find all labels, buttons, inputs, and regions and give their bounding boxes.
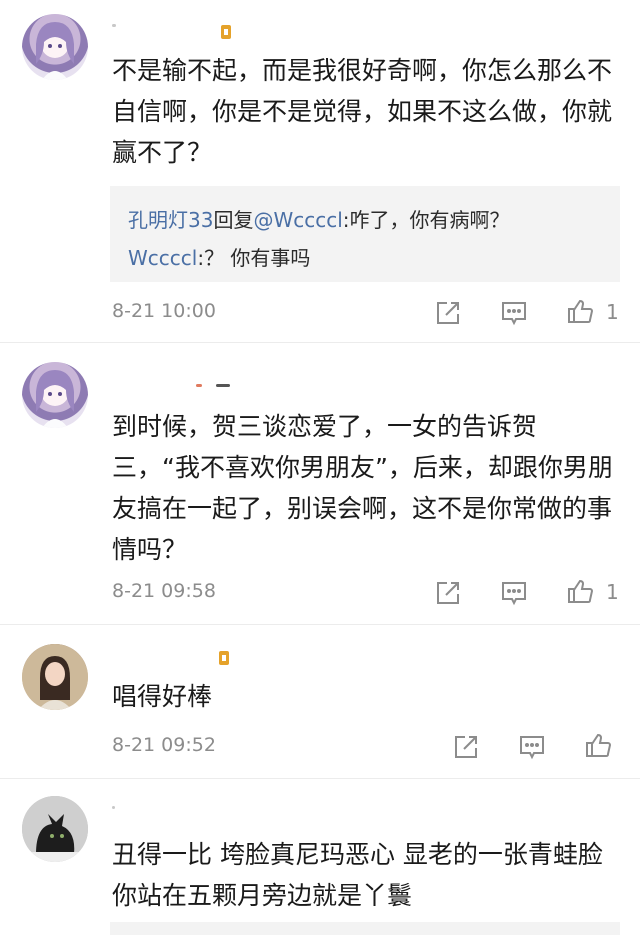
reply-box-partial: [110, 922, 620, 935]
comment-divider: [0, 342, 640, 343]
username-redacted[interactable]: [112, 806, 115, 809]
user-avatar[interactable]: [22, 14, 88, 80]
username-redacted[interactable]: [112, 24, 116, 27]
like-count: 1: [606, 580, 619, 604]
level-badge-icon: [218, 650, 230, 666]
reply-line: 孔明灯33回复@Wccccl:咋了，你有病啊？: [128, 200, 602, 240]
thumbs-up-icon[interactable]: [566, 297, 594, 325]
share-icon[interactable]: [434, 579, 462, 607]
comment-icon[interactable]: [500, 299, 528, 327]
comment-text: 唱得好棒: [112, 682, 213, 711]
photo-girl-avatar-icon: [22, 644, 88, 710]
comment-text: 到时候，贺三谈恋爱了，一女的告诉贺三，“我不喜欢你男朋友”，后来，却跟你男朋友搞…: [112, 412, 613, 564]
reply-box[interactable]: 孔明灯33回复@Wccccl:咋了，你有病啊？ Wccccl:？ 你有事吗: [110, 186, 620, 282]
comment-icon[interactable]: [500, 579, 528, 607]
comment-icon[interactable]: [518, 733, 546, 761]
comment-time: 8-21 09:52: [112, 734, 216, 756]
thumbs-up-icon[interactable]: [566, 577, 594, 605]
reply-connector: 回复: [213, 208, 254, 232]
comment-divider: [0, 778, 640, 779]
like-count: 1: [606, 300, 619, 324]
reply-author[interactable]: Wccccl: [128, 246, 197, 270]
username-redacted[interactable]: [196, 384, 202, 387]
user-avatar[interactable]: [22, 796, 88, 862]
user-avatar[interactable]: [22, 362, 88, 428]
comment-text: 不是输不起，而是我很好奇啊，你怎么那么不自信啊，你是不是觉得，如果不这么做，你就…: [112, 56, 613, 167]
thumbs-up-icon[interactable]: [584, 731, 612, 759]
share-icon[interactable]: [434, 299, 462, 327]
comment-divider: [0, 624, 640, 625]
share-icon[interactable]: [452, 733, 480, 761]
cat-photo-avatar-icon: [22, 796, 88, 862]
reply-body: :？ 你有事吗: [197, 246, 311, 270]
reply-author[interactable]: 孔明灯33: [128, 208, 213, 232]
comment-text: 丑得一比 垮脸真尼玛恶心 显老的一张青蛙脸 你站在五颗月旁边就是丫鬟: [112, 840, 603, 910]
comment-time: 8-21 09:58: [112, 580, 216, 602]
reply-mention[interactable]: @Wccccl: [253, 208, 342, 232]
comment-time: 8-21 10:00: [112, 300, 216, 322]
reply-line: Wccccl:？ 你有事吗: [128, 238, 602, 278]
anime-girl-avatar-icon: [36, 22, 74, 80]
user-avatar[interactable]: [22, 644, 88, 710]
level-badge-icon: [220, 24, 232, 40]
anime-girl-avatar-icon: [36, 370, 74, 428]
reply-body: :咋了，你有病啊？: [342, 208, 510, 232]
username-redacted[interactable]: [216, 384, 230, 387]
